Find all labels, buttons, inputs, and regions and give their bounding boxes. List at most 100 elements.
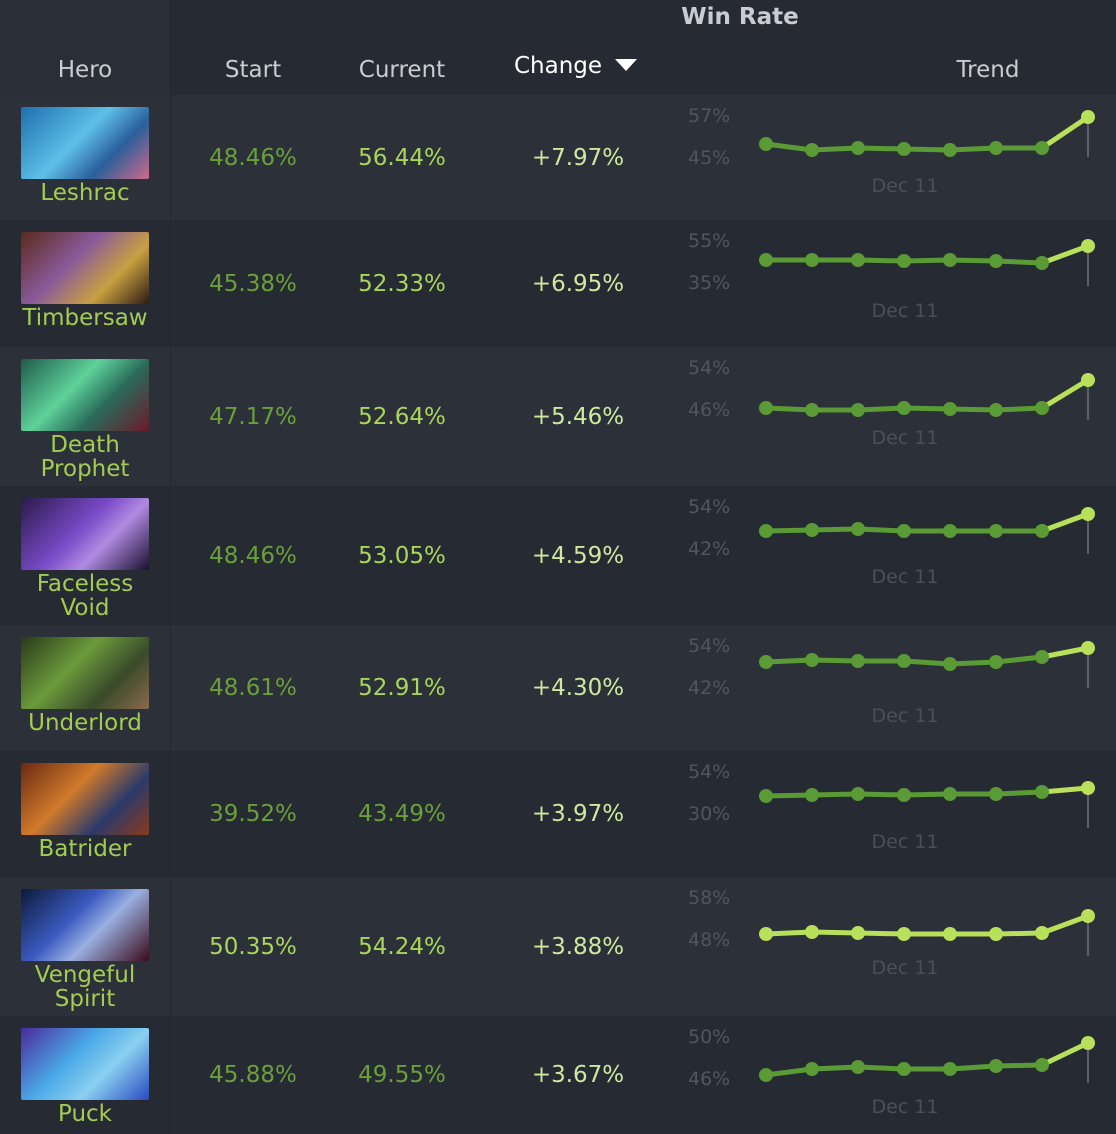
trend-point	[851, 654, 865, 668]
current-winrate: 52.33%	[358, 270, 446, 297]
table-row[interactable]: Death Prophet 47.17% 52.64% +5.46% 54% 46% Dec …	[0, 347, 1116, 486]
current-column-header[interactable]: Current	[322, 57, 482, 83]
trend-point	[943, 787, 957, 801]
start-winrate: 45.88%	[209, 1062, 297, 1088]
trend-line-latest-segment	[1039, 377, 1091, 411]
trend-y-max-label: 58%	[688, 887, 731, 909]
trend-point	[759, 789, 773, 803]
trend-line-latest-segment	[1039, 1040, 1091, 1068]
trend-y-max-label: 54%	[688, 635, 731, 657]
trend-point	[1035, 401, 1049, 415]
trend-point	[943, 1062, 957, 1076]
start-winrate: 50.35%	[209, 933, 297, 960]
trend-point	[1081, 110, 1095, 124]
trend-sparkline[interactable]	[740, 877, 1100, 1016]
hero-cell[interactable]: Faceless Void	[0, 486, 171, 625]
trend-sparkline[interactable]	[740, 1016, 1100, 1134]
table-row[interactable]: Timbersaw 45.38% 52.33% +6.95% 55% 35% Dec 11	[0, 220, 1116, 347]
table-row[interactable]: Faceless Void 48.46% 53.05% +4.59% 54% 42% Dec …	[0, 486, 1116, 625]
winrate-change: +3.97%	[531, 801, 625, 827]
start-winrate: 48.46%	[209, 144, 297, 171]
hero-name[interactable]: Puck	[0, 1102, 170, 1126]
hero-name[interactable]: Void	[0, 596, 170, 620]
trend-point	[943, 927, 957, 941]
trend-sparkline[interactable]	[740, 347, 1100, 486]
hero-name[interactable]: Faceless	[0, 572, 170, 596]
puck-portrait[interactable]	[21, 1028, 149, 1100]
trend-y-max-label: 55%	[688, 230, 731, 252]
hero-cell[interactable]: Vengeful Spirit	[0, 877, 171, 1016]
trend-point	[759, 927, 773, 941]
hero-name[interactable]: Batrider	[0, 837, 170, 861]
winrate-change: +4.59%	[531, 542, 625, 569]
hero-cell[interactable]: Puck	[0, 1016, 171, 1134]
trend-point	[851, 253, 865, 267]
hero-name[interactable]: Timbersaw	[0, 306, 170, 330]
trend-point	[805, 653, 819, 667]
leshrac-portrait[interactable]	[21, 107, 149, 179]
trend-column-header[interactable]: Trend	[908, 57, 1068, 83]
start-winrate: 39.52%	[209, 801, 297, 827]
start-column-header[interactable]: Start	[173, 57, 333, 83]
hero-cell[interactable]: Timbersaw	[0, 220, 171, 347]
hero-name[interactable]: Spirit	[0, 987, 170, 1011]
change-column-header[interactable]: Change	[478, 53, 638, 79]
table-row[interactable]: Leshrac 48.46% 56.44% +7.97% 57% 45% Dec 11	[0, 95, 1116, 220]
trend-point	[851, 141, 865, 155]
trend-sparkline[interactable]	[740, 486, 1100, 625]
winrate-change: +4.30%	[531, 675, 625, 701]
hero-column-header[interactable]: Hero	[0, 57, 170, 83]
trend-point	[897, 142, 911, 156]
start-winrate: 48.61%	[209, 675, 297, 701]
table-row[interactable]: Underlord 48.61% 52.91% +4.30% 54% 42% Dec 11	[0, 625, 1116, 751]
trend-sparkline[interactable]	[740, 220, 1100, 347]
trend-sparkline[interactable]	[740, 95, 1100, 220]
table-row[interactable]: Puck 45.88% 49.55% +3.67% 50% 46% Dec 11	[0, 1016, 1116, 1134]
trend-point	[805, 1062, 819, 1076]
trend-point	[1081, 239, 1095, 253]
underlord-portrait[interactable]	[21, 637, 149, 709]
trend-point	[1035, 1058, 1049, 1072]
trend-line-latest-segment	[1039, 243, 1091, 266]
trend-line-latest-segment	[1039, 511, 1091, 534]
trend-point	[943, 253, 957, 267]
trend-point	[759, 524, 773, 538]
hero-name[interactable]: Leshrac	[0, 181, 170, 205]
vengeful-spirit-portrait[interactable]	[21, 889, 149, 961]
hero-cell[interactable]: Underlord	[0, 625, 171, 751]
trend-point	[759, 401, 773, 415]
trend-point	[989, 403, 1003, 417]
batrider-portrait[interactable]	[21, 763, 149, 835]
hero-name[interactable]: Death	[0, 433, 170, 457]
death-prophet-portrait[interactable]	[21, 359, 149, 431]
trend-point	[851, 926, 865, 940]
hero-cell[interactable]: Death Prophet	[0, 347, 171, 486]
trend-point	[851, 1060, 865, 1074]
trend-point	[759, 655, 773, 669]
hero-cell[interactable]: Batrider	[0, 751, 171, 877]
trend-y-min-label: 45%	[688, 147, 731, 169]
faceless-void-portrait[interactable]	[21, 498, 149, 570]
trend-point	[759, 253, 773, 267]
sort-descending-icon[interactable]	[615, 59, 637, 71]
trend-point	[759, 137, 773, 151]
trend-point	[851, 522, 865, 536]
trend-y-max-label: 54%	[688, 761, 731, 783]
timbersaw-portrait[interactable]	[21, 232, 149, 304]
trend-point	[1081, 1036, 1095, 1050]
trend-point	[1035, 256, 1049, 270]
table-row[interactable]: Vengeful Spirit 50.35% 54.24% +3.88% 58% 48% De…	[0, 877, 1116, 1016]
trend-point	[897, 254, 911, 268]
hero-name[interactable]: Vengeful	[0, 963, 170, 987]
trend-y-min-label: 46%	[688, 399, 731, 421]
trend-sparkline[interactable]	[740, 625, 1100, 751]
hero-name[interactable]: Underlord	[0, 711, 170, 735]
table-row[interactable]: Batrider 39.52% 43.49% +3.97% 54% 30% Dec 11	[0, 751, 1116, 877]
hero-cell[interactable]: Leshrac	[0, 95, 171, 220]
trend-point	[897, 1062, 911, 1076]
trend-point	[759, 1068, 773, 1082]
trend-sparkline[interactable]	[740, 751, 1100, 877]
hero-name[interactable]: Prophet	[0, 457, 170, 481]
trend-point	[851, 403, 865, 417]
trend-point	[805, 403, 819, 417]
